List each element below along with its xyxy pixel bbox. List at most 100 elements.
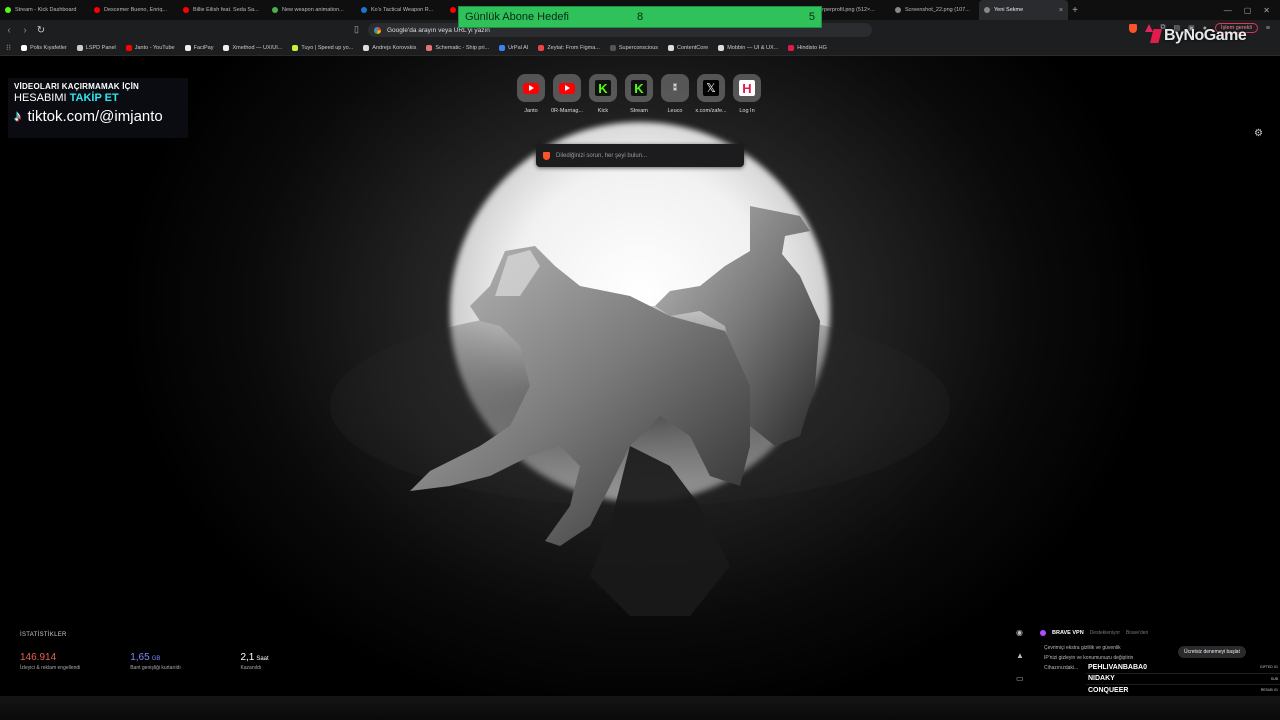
bookmark-icon[interactable]: ▯ <box>354 24 359 35</box>
stat-label: İzleyici & reklam engellendi <box>20 665 81 671</box>
tab[interactable]: Billie Eilish feat. Seda Sa... <box>178 0 267 20</box>
brave-shield-icon[interactable] <box>1128 23 1137 33</box>
window-controls: — ▢ ✕ <box>1224 0 1280 20</box>
tiktok-line2: HESABIMI TAKİP ET <box>14 92 182 104</box>
shortcut-tile[interactable]: ⁑ Leuco <box>661 74 689 114</box>
shortcut-tile[interactable]: K Stream <box>625 74 653 114</box>
stat-unit: Saat <box>256 656 269 662</box>
apps-icon[interactable]: ⁝⁝ <box>6 43 11 52</box>
tab-label: Descemer Bueno, Enriq... <box>104 7 167 13</box>
bookmark-item[interactable]: Polis Kıyafetler <box>21 44 67 51</box>
tab-favicon-icon <box>183 7 189 13</box>
bookmark-item[interactable]: Zeytat: From Figma... <box>538 44 600 51</box>
stats-row: 146.914 İzleyici & reklam engellendi 1,65 G… <box>20 652 300 671</box>
google-icon <box>374 26 381 34</box>
tab[interactable]: Ko's Tactical Weapon R... <box>356 0 445 20</box>
bookmark-item[interactable]: Mobbin — UI & UX... <box>718 44 779 51</box>
play-icon <box>564 85 570 91</box>
tab-label: Yeni Sekme <box>994 7 1024 13</box>
tab-label: New weapon animation... <box>282 7 344 13</box>
stat-number: 146.914 <box>20 652 57 663</box>
close-window-icon[interactable]: ✕ <box>1263 6 1270 15</box>
subscriber-name: CONQUEER <box>1088 686 1129 694</box>
bookmark-favicon-icon <box>668 44 675 51</box>
bookmark-favicon-icon <box>499 44 506 51</box>
bookmark-item[interactable]: ContentCore <box>668 44 708 51</box>
subscriber-tag: GIFTED X1 <box>1259 665 1278 670</box>
vpn-trial-button[interactable]: Ücretsiz denemeyi başlat <box>1178 646 1246 658</box>
shortcut-tile[interactable]: K Kick <box>589 74 617 114</box>
bookmark-label: Tuyo | Speed up yo... <box>301 44 354 51</box>
tab[interactable]: Screenshot_22.png (107... <box>890 0 979 20</box>
tiktok-handle-row: ♪ tiktok.com/@imjanto <box>14 108 182 125</box>
gear-icon[interactable]: ⚙ <box>1254 128 1263 139</box>
subscriber-tag: RESUB X1 <box>1260 688 1278 693</box>
bookmark-item[interactable]: FaciPay <box>184 44 213 51</box>
tab[interactable]: Yeni Sekme × <box>979 0 1068 20</box>
bookmark-item[interactable]: Tuyo | Speed up yo... <box>292 44 354 51</box>
bookmark-label: LSPD Panel <box>85 44 116 51</box>
bookmark-item[interactable]: Superconscious <box>609 44 658 51</box>
stat-label: Bant genişliği kurtarıldı <box>130 665 181 671</box>
goal-current: 8 <box>637 11 644 23</box>
subscriber-row: PEHLIVANBABA0 GIFTED X1 <box>1086 662 1280 674</box>
leuco-icon: ⁑ <box>672 82 678 93</box>
new-tab-icon[interactable]: + <box>1068 5 1082 16</box>
close-icon[interactable]: × <box>1059 7 1063 14</box>
subscriber-row: NIDAKY SUB <box>1086 673 1280 685</box>
stats-title: İSTATİSTİKLER <box>20 632 67 638</box>
tab[interactable]: Stream - Kick Dashboard <box>0 0 89 20</box>
bookmark-favicon-icon <box>21 44 28 51</box>
shortcut-tile[interactable]: H Log In <box>733 74 761 114</box>
menu-icon[interactable]: ≡ <box>1266 25 1270 32</box>
stats-widget: İSTATİSTİKLER 146.914 İzleyici & reklam e… <box>20 632 300 671</box>
shortcut-tile[interactable]: 𝕏x.com/zafe... <box>695 74 727 114</box>
bookmark-item[interactable]: Xmethod — UX/UI... <box>223 44 283 51</box>
tab-label: harperprofil.png (512×... <box>816 7 875 13</box>
bookmark-favicon-icon <box>363 44 370 51</box>
maximize-icon[interactable]: ▢ <box>1244 6 1252 15</box>
cards-widget-icon[interactable]: ▭ <box>1016 674 1024 683</box>
rewards-widget-icon[interactable]: ▲ <box>1016 651 1024 660</box>
vpn-header: BRAVE VPN Destekleniyor Brave'den <box>1040 630 1240 636</box>
reload-icon[interactable]: ↻ <box>34 25 48 36</box>
vpn-subtitle2: Brave'den <box>1125 630 1149 636</box>
shortcut-tile[interactable]: Janto <box>517 74 545 114</box>
equestrian-statue-image <box>410 206 820 616</box>
tab-favicon-icon <box>361 7 367 13</box>
bookmark-label: Janto - YouTube <box>134 44 175 51</box>
bookmark-label: Schematic - Ship pri... <box>435 44 490 51</box>
bookmark-item[interactable]: Schematic - Ship pri... <box>426 44 490 51</box>
vpn-widget-icon[interactable]: ◉ <box>1016 628 1024 637</box>
bookmark-favicon-icon <box>76 44 83 51</box>
shortcut-tile-bg: K <box>625 74 653 102</box>
tab[interactable]: Descemer Bueno, Enriq... <box>89 0 178 20</box>
bookmark-label: Zeytat: From Figma... <box>547 44 600 51</box>
bookmark-item[interactable]: Janto - YouTube <box>125 44 175 51</box>
shortcut-tile[interactable]: 0R-Marriag... <box>551 74 583 114</box>
bookmark-item[interactable]: LSPD Panel <box>76 44 116 51</box>
tab[interactable]: New weapon animation... <box>267 0 356 20</box>
minimize-icon[interactable]: — <box>1224 6 1232 15</box>
bookmark-favicon-icon <box>426 44 433 51</box>
bookmark-label: Xmethod — UX/UI... <box>232 44 283 51</box>
tab-favicon-icon <box>984 7 990 13</box>
tab-label: Stream - Kick Dashboard <box>15 7 77 13</box>
shortcut-tile-bg: 𝕏 <box>697 74 725 102</box>
new-tab-search-box[interactable]: Dilediğinizi sorun, her şeyi bulun... <box>536 144 744 167</box>
bookmark-item[interactable]: Hindisto HG <box>788 44 827 51</box>
bookmark-item[interactable]: UrPal AI <box>499 44 528 51</box>
bookmark-label: Mobbin — UI & UX... <box>727 44 779 51</box>
bookmark-favicon-icon <box>609 44 616 51</box>
bynogame-mark-icon <box>1150 29 1162 43</box>
tab-favicon-icon <box>272 7 278 13</box>
bookmark-favicon-icon <box>292 44 299 51</box>
forward-icon[interactable]: › <box>18 25 32 36</box>
bookmark-favicon-icon <box>184 44 191 51</box>
back-icon[interactable]: ‹ <box>2 25 16 36</box>
subscriber-tag: SUB <box>1270 676 1278 681</box>
bookmark-item[interactable]: Andrejs Korovskis <box>363 44 416 51</box>
brave-search-icon <box>543 151 550 160</box>
tab-label: Ko's Tactical Weapon R... <box>371 7 434 13</box>
subscriber-name: PEHLIVANBABA0 <box>1088 663 1147 671</box>
